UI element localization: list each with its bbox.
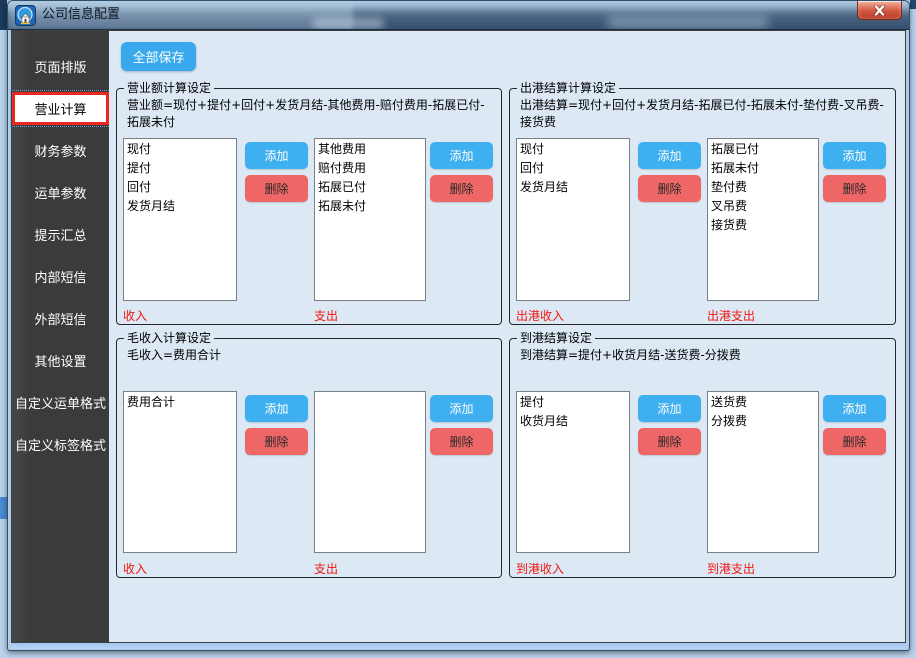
list-item[interactable]: 回付: [124, 178, 236, 197]
titlebar-glass-highlight: [313, 18, 383, 29]
expense-category-label: 支出: [314, 560, 338, 577]
sidebar-item-internal-sms[interactable]: 内部短信: [12, 255, 109, 297]
outbound-expense-listbox[interactable]: 拓展已付 拓展未付 垫付费 叉吊费 接货费: [707, 138, 819, 301]
gross-income-formula-text: 毛收入=费用合计: [127, 347, 493, 364]
list-item[interactable]: 发货月结: [124, 197, 236, 216]
list-item[interactable]: 提付: [124, 159, 236, 178]
list-item[interactable]: 现付: [124, 140, 236, 159]
expense-category-label: 出港支出: [707, 307, 755, 324]
gross-income-listbox[interactable]: 费用合计: [123, 391, 237, 553]
sidebar-item-other-settings[interactable]: 其他设置: [12, 339, 109, 381]
expense-delete-button[interactable]: 删除: [430, 428, 493, 455]
titlebar: 公司信息配置: [8, 1, 909, 30]
close-button[interactable]: [857, 1, 902, 20]
list-item[interactable]: 分拨费: [708, 412, 818, 431]
background-window-fragment: [0, 497, 7, 519]
revenue-calc-group: 营业额计算设定 营业额=现付+提付+回付+发货月结-其他费用-赔付费用-拓展已付…: [116, 88, 502, 325]
content-area: 全部保存 营业额计算设定 营业额=现付+提付+回付+发货月结-其他费用-赔付费用…: [109, 31, 905, 642]
expense-category-label: 支出: [314, 307, 338, 324]
income-add-button[interactable]: 添加: [245, 142, 308, 169]
income-delete-button[interactable]: 删除: [245, 175, 308, 202]
income-add-button[interactable]: 添加: [245, 395, 308, 422]
list-item[interactable]: 拓展未付: [708, 159, 818, 178]
revenue-expense-listbox[interactable]: 其他费用 赔付费用 拓展已付 拓展未付: [314, 138, 426, 301]
list-item[interactable]: 回付: [517, 159, 629, 178]
expense-delete-button[interactable]: 删除: [430, 175, 493, 202]
income-add-button[interactable]: 添加: [638, 395, 701, 422]
gross-expense-listbox[interactable]: [314, 391, 426, 553]
list-item[interactable]: 赔付费用: [315, 159, 425, 178]
inbound-settlement-group: 到港结算设定 到港结算=提付+收货月结-送货费-分拨费 提付 收货月结 添加 删…: [509, 338, 896, 578]
inbound-expense-listbox[interactable]: 送货费 分拨费: [707, 391, 819, 553]
save-all-button[interactable]: 全部保存: [121, 42, 196, 71]
expense-add-button[interactable]: 添加: [823, 395, 886, 422]
outbound-income-listbox[interactable]: 现付 回付 发货月结: [516, 138, 630, 301]
expense-delete-button[interactable]: 删除: [823, 428, 886, 455]
background-window-fragment: [0, 0, 7, 30]
list-item[interactable]: 现付: [517, 140, 629, 159]
sidebar-item-custom-label-format[interactable]: 自定义标签格式: [12, 423, 109, 465]
expense-add-button[interactable]: 添加: [823, 142, 886, 169]
outbound-formula-text: 出港结算=现付+回付+发货月结-拓展已付-拓展未付-垫付费-叉吊费-接货费: [520, 97, 887, 131]
group-title: 营业额计算设定: [124, 81, 214, 96]
sidebar-item-waybill-params[interactable]: 运单参数: [12, 171, 109, 213]
sidebar: 页面排版 营业计算 财务参数 运单参数 提示汇总 内部短信 外部短信 其他设置 …: [12, 31, 109, 642]
company-info-config-window: 公司信息配置 页面排版 营业计算 财务参数 运单参数 提示汇总 内部短信 外部短…: [7, 0, 910, 651]
list-item[interactable]: 垫付费: [708, 178, 818, 197]
sidebar-item-custom-waybill-format[interactable]: 自定义运单格式: [12, 381, 109, 423]
background-window-fragment: [910, 0, 916, 9]
expense-add-button[interactable]: 添加: [430, 142, 493, 169]
list-item[interactable]: 费用合计: [124, 393, 236, 412]
sidebar-item-page-layout[interactable]: 页面排版: [12, 45, 109, 87]
income-delete-button[interactable]: 删除: [638, 428, 701, 455]
window-bottom-frame: [11, 643, 906, 649]
window-body: 页面排版 营业计算 财务参数 运单参数 提示汇总 内部短信 外部短信 其他设置 …: [11, 30, 906, 643]
list-item[interactable]: 拓展已付: [708, 140, 818, 159]
gross-income-group: 毛收入计算设定 毛收入=费用合计 费用合计 添加 删除 添加 删除 收入 支出: [116, 338, 502, 578]
revenue-income-listbox[interactable]: 现付 提付 回付 发货月结: [123, 138, 237, 301]
expense-add-button[interactable]: 添加: [430, 395, 493, 422]
group-title: 到港结算设定: [517, 331, 595, 346]
list-item[interactable]: 叉吊费: [708, 197, 818, 216]
list-item[interactable]: 收货月结: [517, 412, 629, 431]
expense-delete-button[interactable]: 删除: [823, 175, 886, 202]
group-title: 出港结算计算设定: [517, 81, 619, 96]
window-title: 公司信息配置: [42, 1, 120, 30]
income-category-label: 到港收入: [516, 560, 564, 577]
app-icon: [15, 5, 36, 26]
income-delete-button[interactable]: 删除: [245, 428, 308, 455]
revenue-formula-text: 营业额=现付+提付+回付+发货月结-其他费用-赔付费用-拓展已付-拓展未付: [127, 97, 493, 131]
group-title: 毛收入计算设定: [124, 331, 214, 346]
income-category-label: 收入: [123, 560, 147, 577]
list-item[interactable]: 拓展未付: [315, 197, 425, 216]
outbound-settlement-group: 出港结算计算设定 出港结算=现付+回付+发货月结-拓展已付-拓展未付-垫付费-叉…: [509, 88, 896, 325]
list-item[interactable]: 送货费: [708, 393, 818, 412]
list-item[interactable]: 其他费用: [315, 140, 425, 159]
inbound-formula-text: 到港结算=提付+收货月结-送货费-分拨费: [520, 347, 887, 364]
income-category-label: 收入: [123, 307, 147, 324]
x-icon: [873, 1, 886, 20]
inbound-income-listbox[interactable]: 提付 收货月结: [516, 391, 630, 553]
income-category-label: 出港收入: [516, 307, 564, 324]
list-item[interactable]: 提付: [517, 393, 629, 412]
list-item[interactable]: 接货费: [708, 216, 818, 235]
sidebar-item-finance-params[interactable]: 财务参数: [12, 129, 109, 171]
list-item[interactable]: 拓展已付: [315, 178, 425, 197]
titlebar-glass-highlight: [608, 16, 768, 29]
sidebar-item-external-sms[interactable]: 外部短信: [12, 297, 109, 339]
income-delete-button[interactable]: 删除: [638, 175, 701, 202]
list-item[interactable]: 发货月结: [517, 178, 629, 197]
expense-category-label: 到港支出: [707, 560, 755, 577]
sidebar-item-prompt-summary[interactable]: 提示汇总: [12, 213, 109, 255]
sidebar-item-business-calc[interactable]: 营业计算: [12, 92, 109, 125]
income-add-button[interactable]: 添加: [638, 142, 701, 169]
